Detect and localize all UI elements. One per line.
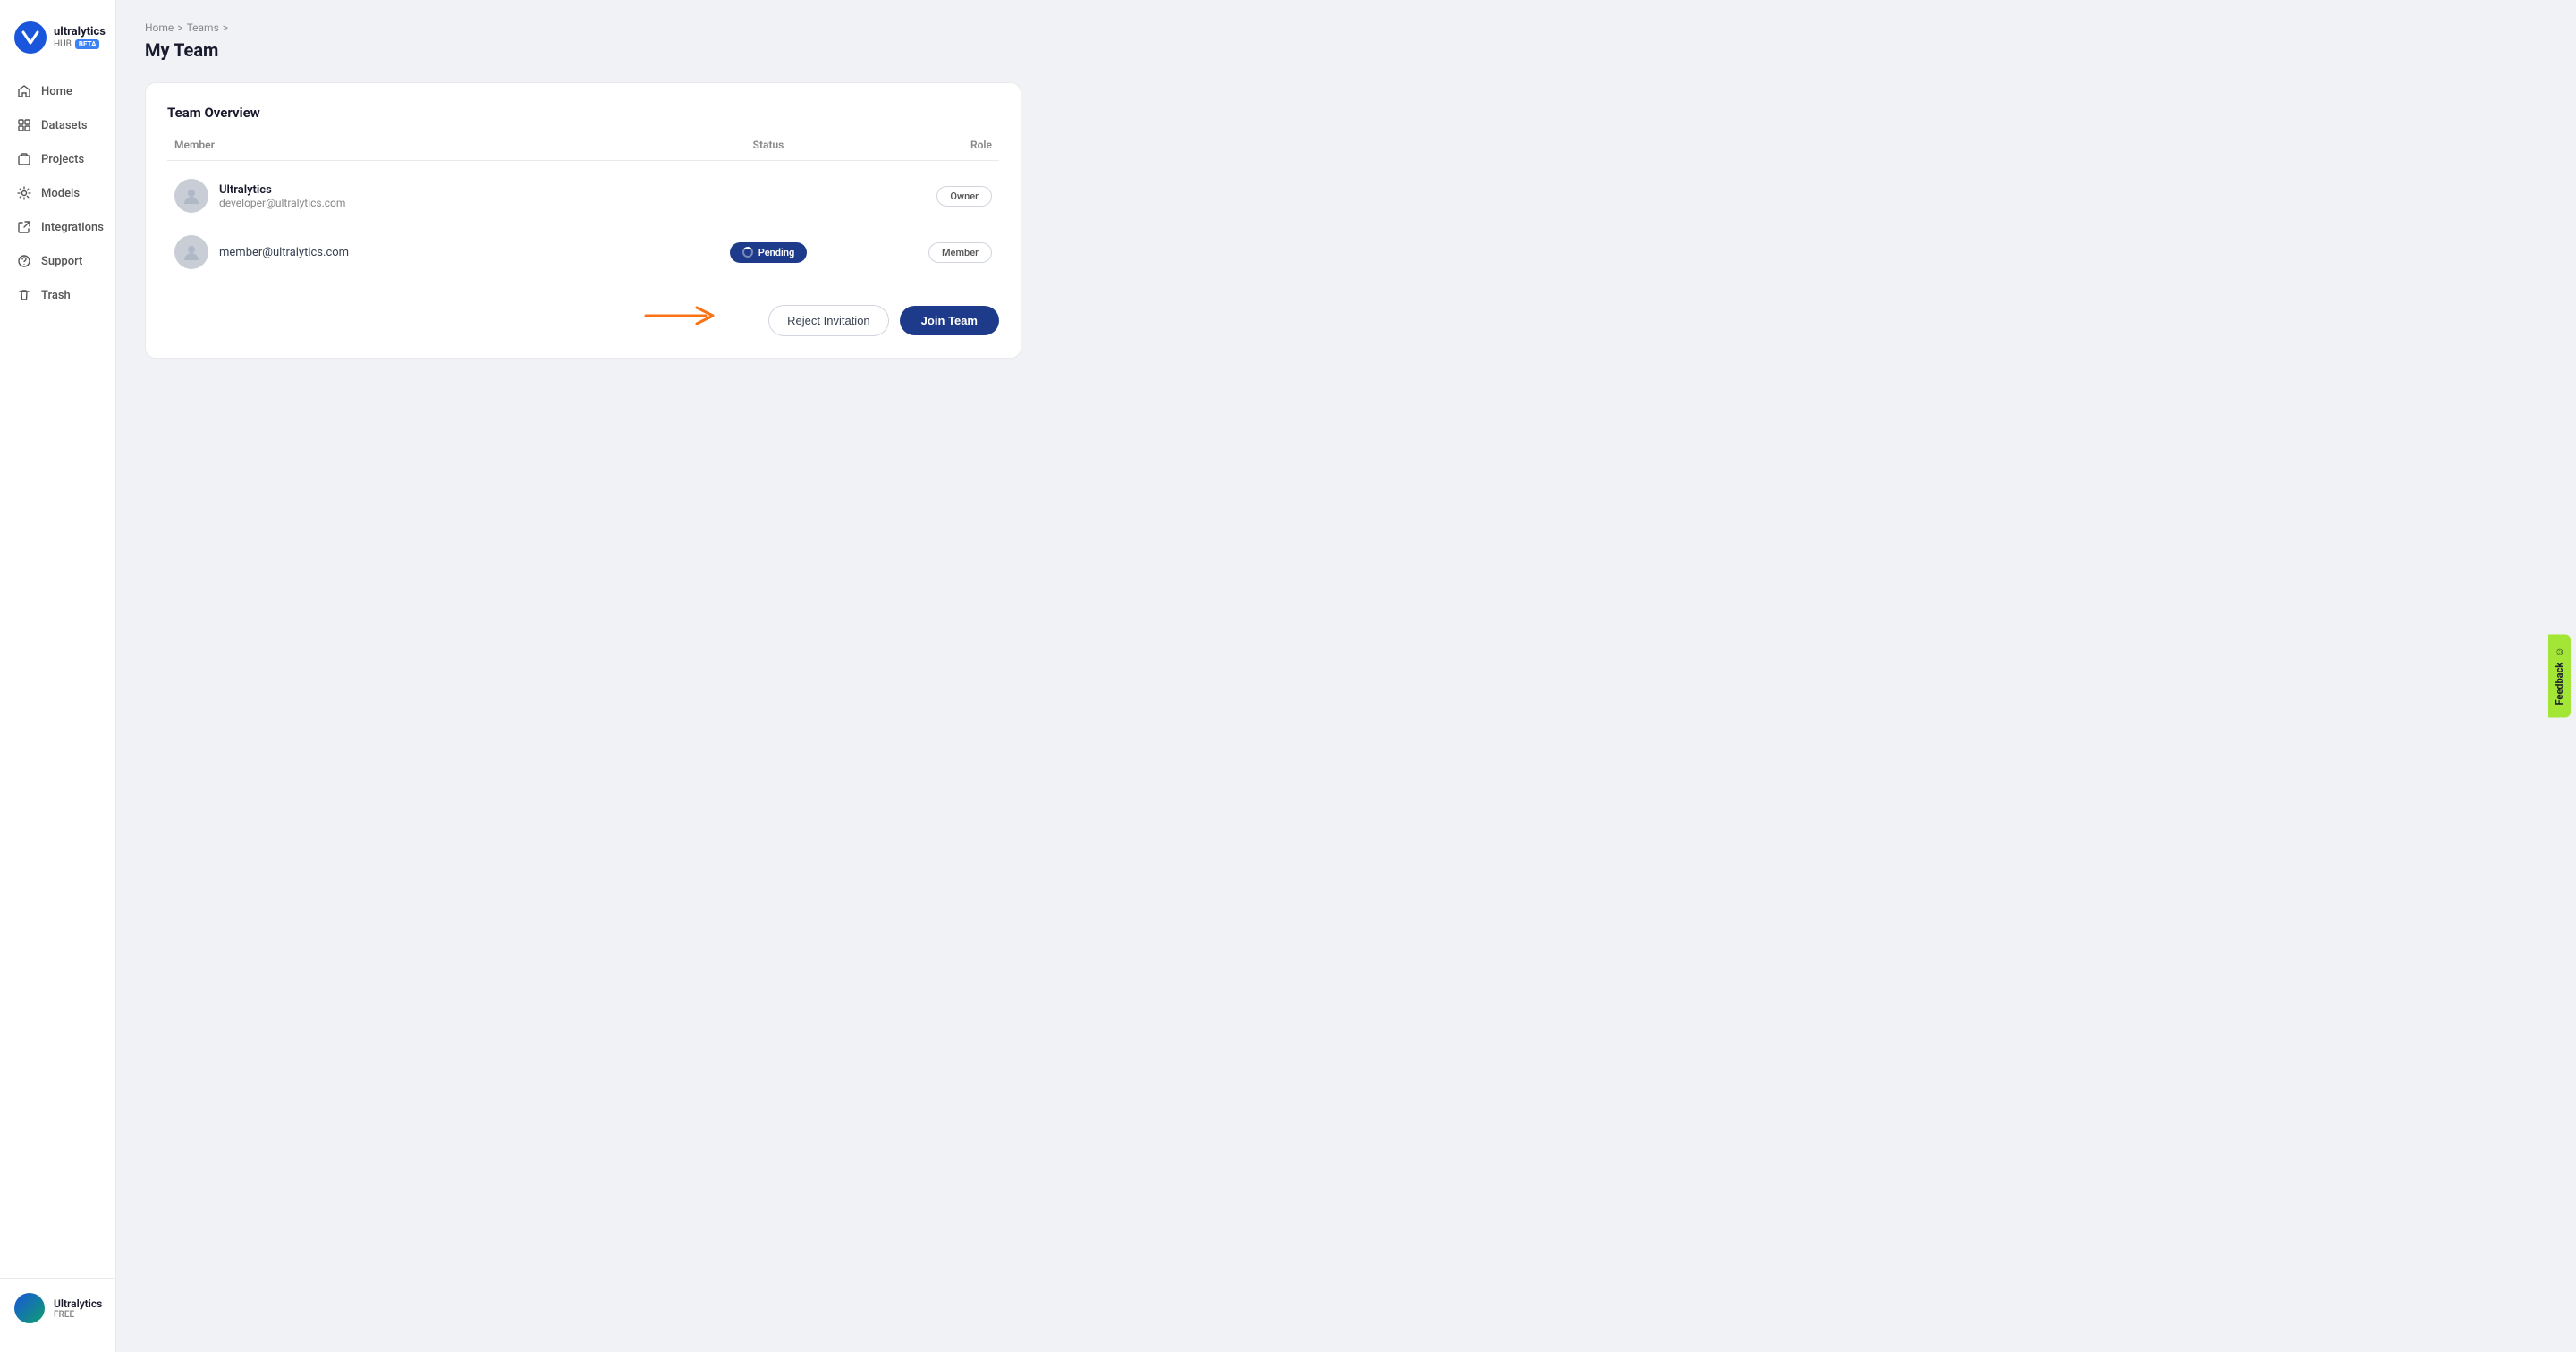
role-cell-2: Member [858, 242, 992, 263]
sidebar-item-support-label: Support [41, 255, 82, 268]
action-row: Reject Invitation Join Team [167, 294, 999, 336]
status-cell-2: Pending [679, 242, 858, 263]
feedback-tab[interactable]: Feedback ☺ [2548, 635, 2571, 718]
logo: ultralytics HUB BETA [0, 14, 115, 75]
home-icon [16, 83, 32, 99]
sidebar-item-projects-label: Projects [41, 153, 84, 166]
main-content: Home > Teams > My Team Team Overview Mem… [116, 0, 2576, 1352]
trash-icon [16, 287, 32, 303]
feedback-label: Feedback [2554, 663, 2565, 706]
person-icon-2 [182, 242, 201, 262]
pending-badge: Pending [730, 242, 808, 263]
breadcrumb: Home > Teams > [145, 21, 2547, 34]
role-badge-2: Member [928, 242, 992, 263]
sidebar-item-home[interactable]: Home [7, 75, 108, 107]
member-email-2: member@ultralytics.com [219, 246, 349, 259]
breadcrumb-teams[interactable]: Teams [187, 21, 219, 34]
pending-spinner [742, 247, 753, 258]
member-avatar-2 [174, 235, 208, 269]
page-title: My Team [145, 39, 2547, 61]
user-plan: FREE [54, 1310, 102, 1320]
arrow-icon [641, 302, 722, 329]
user-name: Ultralytics [54, 1297, 102, 1310]
breadcrumb-home[interactable]: Home [145, 21, 174, 34]
member-name-1: Ultralytics [219, 183, 345, 197]
logo-icon [14, 21, 47, 54]
member-info-1: Ultralytics developer@ultralytics.com [174, 179, 679, 213]
sidebar-item-trash-label: Trash [41, 289, 71, 302]
table-row: Ultralytics developer@ultralytics.com Ow… [167, 168, 999, 224]
header-member: Member [174, 139, 679, 151]
sidebar-item-home-label: Home [41, 85, 72, 98]
sidebar: ultralytics HUB BETA Home [0, 0, 116, 1352]
sidebar-item-support[interactable]: Support [7, 245, 108, 277]
join-team-button[interactable]: Join Team [900, 306, 999, 335]
logo-name: ultralytics [54, 26, 106, 38]
member-info-2: member@ultralytics.com [174, 235, 679, 269]
table-row: member@ultralytics.com Pending Member [167, 224, 999, 280]
header-role: Role [858, 139, 992, 151]
sidebar-item-trash[interactable]: Trash [7, 279, 108, 311]
sidebar-item-integrations[interactable]: Integrations [7, 211, 108, 243]
sidebar-item-models[interactable]: Models [7, 177, 108, 209]
sidebar-nav: Home Datasets Projects [0, 75, 115, 1278]
logo-text: ultralytics HUB BETA [54, 26, 106, 48]
team-card-title: Team Overview [167, 105, 999, 121]
logo-hub: HUB [54, 39, 72, 49]
role-badge-1: Owner [936, 186, 992, 207]
feedback-icon: ☺ [2554, 647, 2565, 657]
models-icon [16, 185, 32, 201]
team-overview-card: Team Overview Member Status Role [145, 82, 1021, 359]
member-email-1: developer@ultralytics.com [219, 197, 345, 209]
sidebar-item-models-label: Models [41, 187, 80, 200]
sidebar-item-integrations-label: Integrations [41, 221, 104, 234]
beta-badge: BETA [75, 39, 100, 49]
datasets-icon [16, 117, 32, 133]
arrow-annotation [641, 302, 722, 329]
header-status: Status [679, 139, 858, 151]
pending-label: Pending [758, 247, 795, 258]
role-cell-1: Owner [858, 186, 992, 207]
support-icon [16, 253, 32, 269]
sidebar-item-datasets-label: Datasets [41, 119, 88, 132]
integrations-icon [16, 219, 32, 235]
sidebar-item-projects[interactable]: Projects [7, 143, 108, 175]
member-avatar-1 [174, 179, 208, 213]
reject-invitation-button[interactable]: Reject Invitation [768, 305, 889, 336]
projects-icon [16, 151, 32, 167]
table-header: Member Status Role [167, 139, 999, 161]
sidebar-footer: Ultralytics FREE [0, 1278, 115, 1338]
person-icon [182, 186, 201, 206]
sidebar-item-datasets[interactable]: Datasets [7, 109, 108, 141]
members-table: Member Status Role Ultralytics developer [167, 139, 999, 280]
avatar [14, 1293, 45, 1323]
